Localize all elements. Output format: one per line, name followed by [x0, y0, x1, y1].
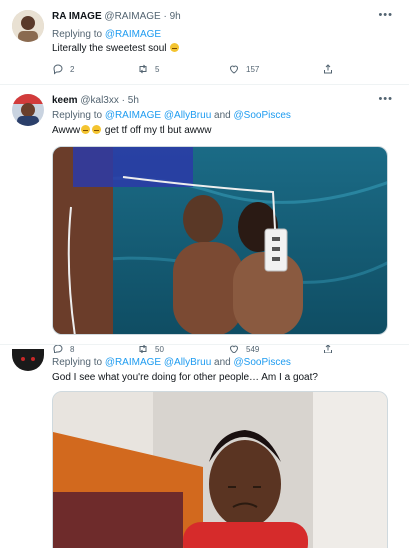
timestamp[interactable]: 9h [170, 11, 181, 22]
and-label: and [214, 357, 231, 368]
reply-count: 2 [70, 64, 75, 74]
replying-to-label: Replying to [52, 29, 103, 40]
tweet-text-start: Awww [52, 125, 81, 136]
user-handle[interactable]: @RAIMAGE [104, 11, 160, 22]
tweet-text-end: get tf off my tl but awww [102, 125, 212, 136]
tweet-text: Awww get tf off my tl but awww [52, 125, 211, 136]
replying-to-label: Replying to [52, 110, 103, 121]
and-label: and [214, 110, 231, 121]
like-count: 157 [246, 64, 260, 74]
more-dots-icon[interactable]: ••• [378, 9, 393, 21]
mention-link[interactable]: @RAIMAGE [105, 110, 161, 121]
avatar[interactable] [12, 94, 44, 126]
tweet-image[interactable] [52, 391, 388, 548]
separator-dot: · [121, 95, 125, 106]
reaction-photo [53, 392, 387, 548]
heart-icon [229, 65, 239, 74]
like-button[interactable]: 157 [228, 63, 259, 75]
tweet[interactable]: Replying to @RAIMAGE @AllyBruu and @SooP… [0, 344, 409, 548]
user-handle[interactable]: @kal3xx [80, 95, 119, 106]
timestamp[interactable]: 5h [128, 95, 139, 106]
mention-link[interactable]: @AllyBruu [164, 110, 211, 121]
retweet-icon [139, 64, 147, 74]
mention-link[interactable]: @AllyBruu [164, 357, 211, 368]
pool-photo [53, 147, 387, 334]
mention-link[interactable]: @SooPisces [234, 357, 291, 368]
emoji [81, 125, 91, 134]
share-button[interactable] [322, 63, 340, 75]
display-name[interactable]: keem [52, 95, 78, 106]
mention-link[interactable]: @RAIMAGE [105, 357, 161, 368]
tweet[interactable]: keem @kal3xx · 5h ••• Replying to @RAIMA… [0, 86, 409, 353]
replying-to-label: Replying to [52, 357, 103, 368]
emoji [170, 43, 180, 52]
tweet-text: God I see what you're doing for other pe… [52, 372, 318, 383]
tweet-actions: 2 5 157 [52, 63, 342, 77]
display-name[interactable]: RA IMAGE [52, 11, 102, 22]
tweet-text: Literally the sweetest soul [52, 43, 180, 54]
avatar[interactable] [12, 10, 44, 42]
separator-dot: · [163, 11, 167, 22]
tweet-text-content: Literally the sweetest soul [52, 43, 167, 54]
more-dots-icon[interactable]: ••• [378, 93, 393, 105]
avatar[interactable] [12, 349, 44, 371]
share-icon [324, 64, 332, 74]
mention-link[interactable]: @RAIMAGE [105, 29, 161, 40]
mention-link[interactable]: @SooPisces [234, 110, 291, 121]
reply-icon [53, 64, 63, 75]
emoji [92, 125, 102, 134]
reply-button[interactable]: 2 [52, 63, 74, 75]
retweet-button[interactable]: 5 [137, 63, 159, 75]
tweet-image[interactable] [52, 146, 388, 335]
retweet-count: 5 [155, 64, 160, 74]
tweet[interactable]: RA IMAGE @RAIMAGE · 9h ••• Replying to @… [0, 0, 409, 85]
